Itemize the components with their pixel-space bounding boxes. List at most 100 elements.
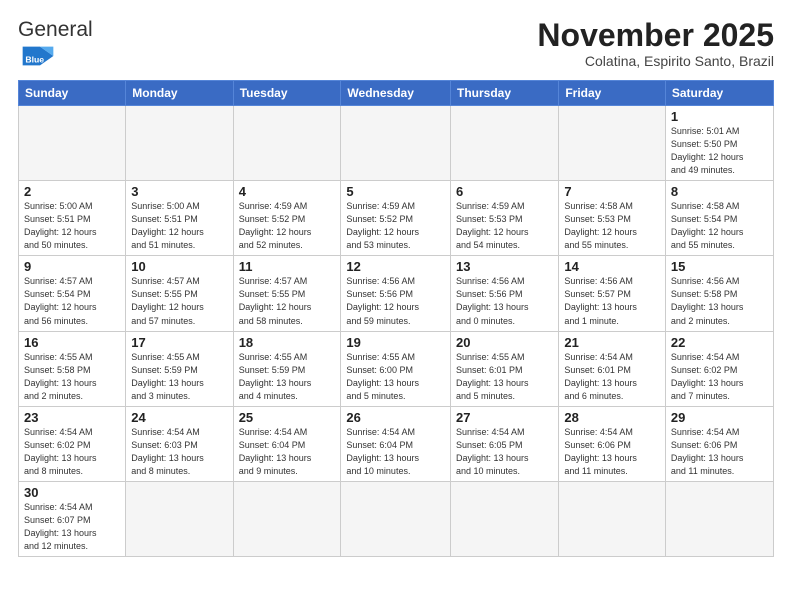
day-number: 7 — [564, 184, 660, 199]
day-info: Sunrise: 4:56 AM Sunset: 5:56 PM Dayligh… — [346, 275, 445, 327]
weekday-header-tuesday: Tuesday — [233, 81, 341, 106]
day-info: Sunrise: 4:54 AM Sunset: 6:07 PM Dayligh… — [24, 501, 120, 553]
calendar-cell: 7Sunrise: 4:58 AM Sunset: 5:53 PM Daylig… — [559, 181, 666, 256]
calendar-table: SundayMondayTuesdayWednesdayThursdayFrid… — [18, 80, 774, 557]
day-number: 8 — [671, 184, 768, 199]
calendar-cell: 27Sunrise: 4:54 AM Sunset: 6:05 PM Dayli… — [451, 406, 559, 481]
day-number: 20 — [456, 335, 553, 350]
day-number: 25 — [239, 410, 336, 425]
weekday-header-wednesday: Wednesday — [341, 81, 451, 106]
day-number: 1 — [671, 109, 768, 124]
day-info: Sunrise: 4:54 AM Sunset: 6:04 PM Dayligh… — [239, 426, 336, 478]
calendar-cell — [665, 481, 773, 556]
calendar-cell: 12Sunrise: 4:56 AM Sunset: 5:56 PM Dayli… — [341, 256, 451, 331]
day-info: Sunrise: 4:54 AM Sunset: 6:03 PM Dayligh… — [131, 426, 227, 478]
calendar-cell: 3Sunrise: 5:00 AM Sunset: 5:51 PM Daylig… — [126, 181, 233, 256]
page: General Blue November 2025 Colatina, Esp… — [0, 0, 792, 612]
day-number: 22 — [671, 335, 768, 350]
day-info: Sunrise: 4:54 AM Sunset: 6:01 PM Dayligh… — [564, 351, 660, 403]
day-info: Sunrise: 4:58 AM Sunset: 5:53 PM Dayligh… — [564, 200, 660, 252]
calendar-cell: 19Sunrise: 4:55 AM Sunset: 6:00 PM Dayli… — [341, 331, 451, 406]
calendar-cell — [341, 481, 451, 556]
day-info: Sunrise: 4:57 AM Sunset: 5:55 PM Dayligh… — [131, 275, 227, 327]
calendar-cell: 29Sunrise: 4:54 AM Sunset: 6:06 PM Dayli… — [665, 406, 773, 481]
day-info: Sunrise: 4:57 AM Sunset: 5:55 PM Dayligh… — [239, 275, 336, 327]
calendar-week-row: 9Sunrise: 4:57 AM Sunset: 5:54 PM Daylig… — [19, 256, 774, 331]
day-number: 27 — [456, 410, 553, 425]
calendar-cell — [126, 481, 233, 556]
calendar-week-row: 30Sunrise: 4:54 AM Sunset: 6:07 PM Dayli… — [19, 481, 774, 556]
logo-text: General — [18, 18, 93, 42]
day-info: Sunrise: 4:55 AM Sunset: 6:01 PM Dayligh… — [456, 351, 553, 403]
day-number: 9 — [24, 259, 120, 274]
calendar-cell — [233, 106, 341, 181]
calendar-cell: 28Sunrise: 4:54 AM Sunset: 6:06 PM Dayli… — [559, 406, 666, 481]
calendar-cell: 9Sunrise: 4:57 AM Sunset: 5:54 PM Daylig… — [19, 256, 126, 331]
day-number: 21 — [564, 335, 660, 350]
calendar-cell: 16Sunrise: 4:55 AM Sunset: 5:58 PM Dayli… — [19, 331, 126, 406]
calendar-cell: 21Sunrise: 4:54 AM Sunset: 6:01 PM Dayli… — [559, 331, 666, 406]
day-number: 26 — [346, 410, 445, 425]
calendar-cell: 15Sunrise: 4:56 AM Sunset: 5:58 PM Dayli… — [665, 256, 773, 331]
day-number: 18 — [239, 335, 336, 350]
weekday-header-saturday: Saturday — [665, 81, 773, 106]
day-info: Sunrise: 4:55 AM Sunset: 5:59 PM Dayligh… — [131, 351, 227, 403]
day-number: 5 — [346, 184, 445, 199]
day-info: Sunrise: 4:54 AM Sunset: 6:04 PM Dayligh… — [346, 426, 445, 478]
calendar-week-row: 1Sunrise: 5:01 AM Sunset: 5:50 PM Daylig… — [19, 106, 774, 181]
subtitle: Colatina, Espirito Santo, Brazil — [537, 53, 774, 69]
day-info: Sunrise: 4:54 AM Sunset: 6:02 PM Dayligh… — [24, 426, 120, 478]
calendar-cell: 18Sunrise: 4:55 AM Sunset: 5:59 PM Dayli… — [233, 331, 341, 406]
month-title: November 2025 — [537, 18, 774, 53]
calendar-cell: 5Sunrise: 4:59 AM Sunset: 5:52 PM Daylig… — [341, 181, 451, 256]
calendar-cell: 8Sunrise: 4:58 AM Sunset: 5:54 PM Daylig… — [665, 181, 773, 256]
day-number: 29 — [671, 410, 768, 425]
weekday-header-sunday: Sunday — [19, 81, 126, 106]
day-info: Sunrise: 4:55 AM Sunset: 6:00 PM Dayligh… — [346, 351, 445, 403]
calendar-cell — [126, 106, 233, 181]
day-info: Sunrise: 4:59 AM Sunset: 5:52 PM Dayligh… — [346, 200, 445, 252]
calendar-cell — [19, 106, 126, 181]
day-info: Sunrise: 4:54 AM Sunset: 6:06 PM Dayligh… — [671, 426, 768, 478]
day-number: 2 — [24, 184, 120, 199]
calendar-cell — [559, 106, 666, 181]
calendar-cell: 30Sunrise: 4:54 AM Sunset: 6:07 PM Dayli… — [19, 481, 126, 556]
day-info: Sunrise: 4:54 AM Sunset: 6:02 PM Dayligh… — [671, 351, 768, 403]
calendar-cell — [559, 481, 666, 556]
day-info: Sunrise: 5:00 AM Sunset: 5:51 PM Dayligh… — [24, 200, 120, 252]
day-number: 24 — [131, 410, 227, 425]
calendar-cell: 22Sunrise: 4:54 AM Sunset: 6:02 PM Dayli… — [665, 331, 773, 406]
calendar-cell: 1Sunrise: 5:01 AM Sunset: 5:50 PM Daylig… — [665, 106, 773, 181]
weekday-header-friday: Friday — [559, 81, 666, 106]
day-number: 15 — [671, 259, 768, 274]
day-number: 28 — [564, 410, 660, 425]
calendar-cell: 6Sunrise: 4:59 AM Sunset: 5:53 PM Daylig… — [451, 181, 559, 256]
calendar-cell: 14Sunrise: 4:56 AM Sunset: 5:57 PM Dayli… — [559, 256, 666, 331]
weekday-header-thursday: Thursday — [451, 81, 559, 106]
calendar-cell — [233, 481, 341, 556]
day-number: 16 — [24, 335, 120, 350]
day-info: Sunrise: 4:56 AM Sunset: 5:56 PM Dayligh… — [456, 275, 553, 327]
calendar-week-row: 23Sunrise: 4:54 AM Sunset: 6:02 PM Dayli… — [19, 406, 774, 481]
calendar-cell — [341, 106, 451, 181]
day-info: Sunrise: 4:59 AM Sunset: 5:53 PM Dayligh… — [456, 200, 553, 252]
calendar-week-row: 2Sunrise: 5:00 AM Sunset: 5:51 PM Daylig… — [19, 181, 774, 256]
day-number: 3 — [131, 184, 227, 199]
calendar-cell — [451, 481, 559, 556]
calendar-cell: 25Sunrise: 4:54 AM Sunset: 6:04 PM Dayli… — [233, 406, 341, 481]
logo: General Blue — [18, 18, 93, 70]
calendar-cell — [451, 106, 559, 181]
logo-icon: Blue — [20, 42, 56, 70]
calendar-cell: 26Sunrise: 4:54 AM Sunset: 6:04 PM Dayli… — [341, 406, 451, 481]
day-info: Sunrise: 4:55 AM Sunset: 5:59 PM Dayligh… — [239, 351, 336, 403]
day-number: 4 — [239, 184, 336, 199]
day-info: Sunrise: 4:54 AM Sunset: 6:06 PM Dayligh… — [564, 426, 660, 478]
day-number: 30 — [24, 485, 120, 500]
day-info: Sunrise: 4:59 AM Sunset: 5:52 PM Dayligh… — [239, 200, 336, 252]
calendar-cell: 13Sunrise: 4:56 AM Sunset: 5:56 PM Dayli… — [451, 256, 559, 331]
day-info: Sunrise: 4:56 AM Sunset: 5:57 PM Dayligh… — [564, 275, 660, 327]
calendar-cell: 17Sunrise: 4:55 AM Sunset: 5:59 PM Dayli… — [126, 331, 233, 406]
title-block: November 2025 Colatina, Espirito Santo, … — [537, 18, 774, 69]
day-number: 23 — [24, 410, 120, 425]
calendar-cell: 4Sunrise: 4:59 AM Sunset: 5:52 PM Daylig… — [233, 181, 341, 256]
